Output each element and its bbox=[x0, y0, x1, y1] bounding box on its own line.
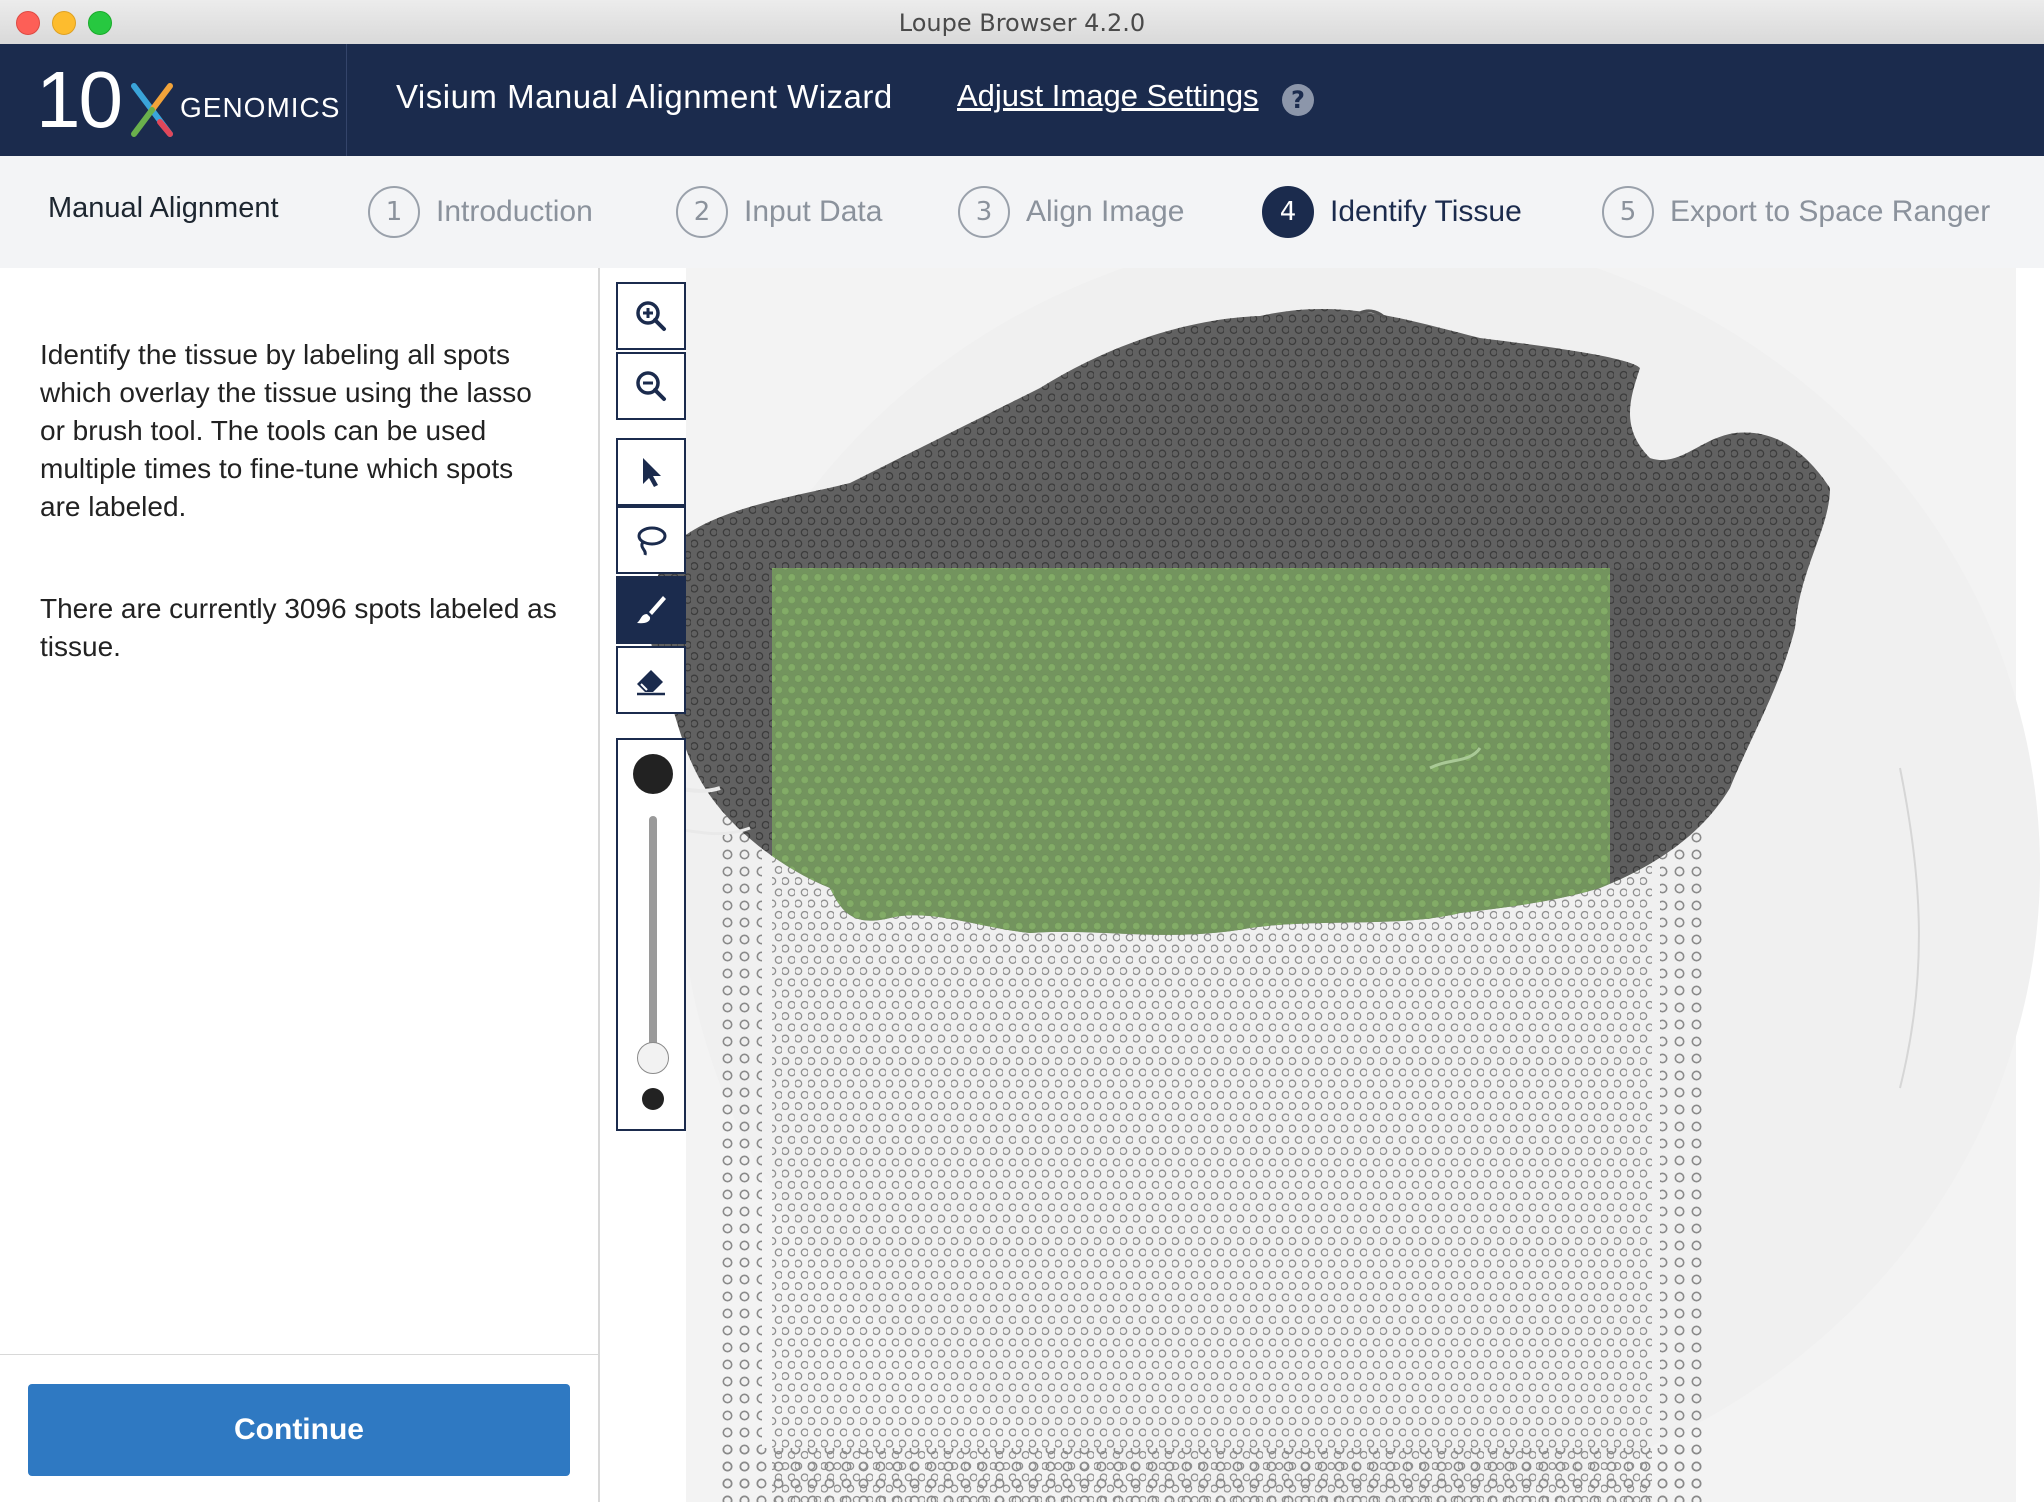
eraser-icon bbox=[637, 670, 665, 696]
eraser-tool-button[interactable] bbox=[616, 646, 686, 714]
brush-tool-button[interactable] bbox=[616, 576, 686, 644]
step-export-to-space-ranger[interactable]: 5 Export to Space Ranger bbox=[1602, 184, 1990, 240]
lasso-tool-button[interactable] bbox=[616, 506, 686, 574]
adjust-image-settings-link[interactable]: Adjust Image Settings bbox=[957, 78, 1259, 114]
small-brush-size-icon bbox=[642, 1088, 664, 1110]
pointer-tool-button[interactable] bbox=[616, 438, 686, 506]
wizard-title: Visium Manual Alignment Wizard bbox=[396, 78, 893, 115]
logo-number: 10 bbox=[36, 55, 123, 144]
large-brush-size-icon bbox=[633, 754, 673, 794]
step-number: 4 bbox=[1262, 186, 1314, 238]
app-header: 10 GENOMICS Visium Manual Alignment Wiza… bbox=[0, 44, 2044, 156]
step-label: Align Image bbox=[1026, 195, 1185, 228]
panel-divider bbox=[0, 1354, 598, 1355]
zoom-out-button[interactable] bbox=[616, 352, 686, 420]
continue-button[interactable]: Continue bbox=[28, 1384, 570, 1476]
brush-size-slider-knob[interactable] bbox=[637, 1042, 669, 1074]
brush-size-control bbox=[616, 738, 686, 1131]
pointer-icon bbox=[643, 458, 661, 487]
zoom-in-button[interactable] bbox=[616, 282, 686, 350]
logo-word: GENOMICS bbox=[180, 92, 341, 123]
step-number: 5 bbox=[1602, 186, 1654, 238]
wizard-steps-bar: Manual Alignment 1 Introduction 2 Input … bbox=[0, 156, 2044, 269]
steps-section-label: Manual Alignment bbox=[48, 192, 279, 224]
step-input-data[interactable]: 2 Input Data bbox=[676, 184, 882, 240]
tissue-image-viewer[interactable] bbox=[600, 268, 2044, 1502]
brush-icon bbox=[637, 596, 666, 624]
tissue-slide-image[interactable] bbox=[600, 268, 2044, 1502]
spot-count-text: There are currently 3096 spots labeled a… bbox=[40, 593, 557, 662]
logo-x-mark bbox=[131, 83, 173, 137]
help-icon[interactable]: ? bbox=[1282, 84, 1314, 116]
step-introduction[interactable]: 1 Introduction bbox=[368, 184, 593, 240]
instructions-text: Identify the tissue by labeling all spot… bbox=[40, 339, 532, 522]
step-label: Export to Space Ranger bbox=[1670, 195, 1991, 228]
window-title: Loupe Browser 4.2.0 bbox=[898, 9, 1146, 37]
step-number: 2 bbox=[676, 186, 728, 238]
zoom-out-icon bbox=[636, 371, 666, 401]
step-identify-tissue[interactable]: 4 Identify Tissue bbox=[1262, 184, 1522, 240]
step-number: 1 bbox=[368, 186, 420, 238]
step-label: Identify Tissue bbox=[1330, 195, 1522, 228]
step-align-image[interactable]: 3 Align Image bbox=[958, 184, 1184, 240]
app-window: Loupe Browser 4.2.0 10 GENOMICS Visium M… bbox=[0, 0, 2044, 1502]
instructions-panel: Identify the tissue by labeling all spot… bbox=[0, 268, 600, 1502]
step-label: Introduction bbox=[436, 195, 593, 228]
step-label: Input Data bbox=[744, 195, 883, 228]
company-logo: 10 GENOMICS bbox=[0, 44, 347, 156]
step-number: 3 bbox=[958, 186, 1010, 238]
title-bar: Loupe Browser 4.2.0 bbox=[0, 0, 2044, 45]
lasso-icon bbox=[637, 526, 667, 556]
zoom-in-icon bbox=[636, 301, 666, 331]
brush-size-slider-track[interactable] bbox=[649, 816, 657, 1056]
